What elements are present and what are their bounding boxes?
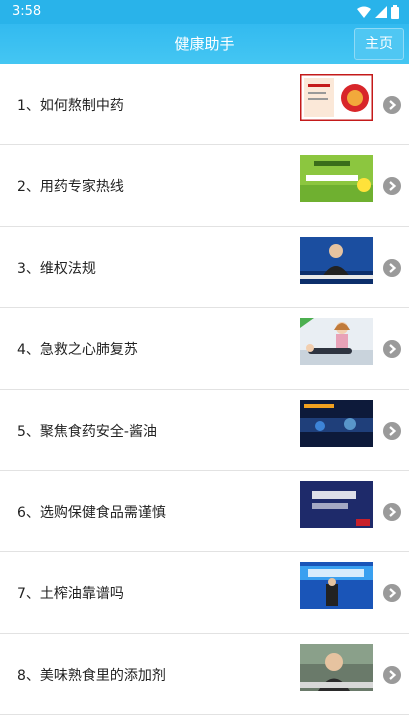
bottom-edge [0, 716, 409, 727]
signal-icon [375, 6, 387, 18]
item-label: 4、急救之心肺复苏 [17, 342, 138, 359]
list-item[interactable]: 6、选购保健食品需谨慎 [0, 470, 409, 553]
chevron-right-icon [383, 665, 401, 684]
item-label: 3、维权法规 [17, 260, 96, 277]
soy-sauce-thumbnail [300, 399, 373, 447]
item-label: 5、聚焦食药安全-酱油 [17, 423, 157, 440]
wifi-icon [357, 6, 371, 18]
item-label: 2、用药专家热线 [17, 179, 124, 196]
status-bar: 3:58 [0, 0, 409, 24]
list-item[interactable]: 5、聚焦食药安全-酱油 [0, 389, 409, 471]
item-label: 8、美味熟食里的添加剂 [17, 667, 166, 684]
oil-thumbnail [300, 562, 373, 610]
chevron-right-icon [383, 584, 401, 603]
list-item[interactable]: 7、土榨油靠谱吗 [0, 552, 409, 634]
list-item[interactable]: 2、用药专家热线 [0, 145, 409, 227]
hotline-thumbnail [300, 155, 373, 203]
chevron-right-icon [383, 258, 401, 277]
status-icons [357, 5, 399, 19]
list-item[interactable]: 4、急救之心肺复苏 [0, 308, 409, 390]
item-label: 7、土榨油靠谱吗 [17, 586, 124, 603]
chevron-right-icon [383, 177, 401, 196]
chevron-right-icon [383, 502, 401, 521]
battery-icon [391, 5, 399, 19]
app-header: 健康助手 主页 [0, 24, 409, 64]
chevron-right-icon [383, 421, 401, 440]
chevron-right-icon [383, 340, 401, 359]
list-item[interactable]: 8、美味熟食里的添加剂 [0, 633, 409, 716]
cpr-thumbnail [300, 318, 373, 366]
news-anchor-thumbnail [300, 236, 373, 284]
chevron-right-icon [383, 96, 401, 114]
page-title: 健康助手 [174, 35, 235, 53]
item-label: 1、如何熬制中药 [17, 98, 124, 114]
herbal-medicine-thumbnail [300, 74, 373, 121]
additive-thumbnail [300, 643, 373, 691]
list-item[interactable]: 1、如何熬制中药 [0, 64, 409, 146]
status-time: 3:58 [12, 4, 42, 19]
article-list: 1、如何熬制中药 2、用药专家热线 3、维权法规 4、急救之心肺复苏 5、聚焦食… [0, 64, 409, 716]
health-food-thumbnail [300, 480, 373, 528]
list-item[interactable]: 3、维权法规 [0, 226, 409, 309]
home-button[interactable]: 主页 [354, 28, 404, 60]
item-label: 6、选购保健食品需谨慎 [17, 504, 166, 521]
